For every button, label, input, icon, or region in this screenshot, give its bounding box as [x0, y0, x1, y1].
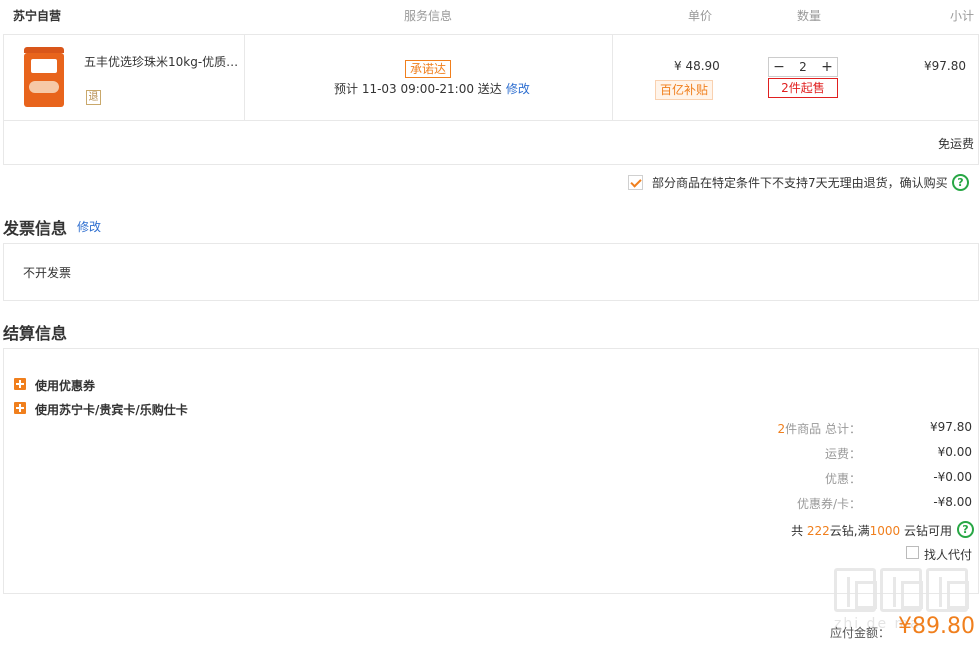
store-name: 苏宁自营 — [13, 9, 62, 23]
discount-value: -¥0.00 — [933, 470, 972, 484]
return-badge: 退 — [86, 90, 101, 105]
card-option[interactable]: 使用苏宁卡/贵宾卡/乐购仕卡 — [35, 401, 188, 418]
qty-minus-button[interactable]: − — [769, 58, 789, 76]
coins-count: 222 — [806, 524, 830, 538]
promise-tag: 承诺达 — [405, 60, 452, 78]
package-top — [24, 47, 64, 53]
delivery-info: 预计 11-03 09:00-21:00 送达 修改 — [334, 80, 530, 97]
items-total-label: 2件商品 总计： — [778, 420, 861, 437]
coins-threshold: 1000 — [869, 524, 901, 538]
agree-text: 部分商品在特定条件下不支持7天无理由退货，确认购买 — [652, 176, 948, 190]
col-price: 单价 — [688, 9, 713, 23]
total-label: 应付金额： — [830, 626, 891, 640]
product-image[interactable] — [24, 47, 64, 107]
coins-help-icon[interactable]: ? — [957, 521, 974, 538]
invoice-box: 不开发票 — [3, 243, 979, 301]
cloud-diamond-info: 共 222云钻,满1000 云钻可用 — [791, 522, 952, 539]
agree-checkbox[interactable] — [628, 175, 643, 190]
quantity-stepper: − 2 + — [768, 57, 838, 77]
proxy-pay-checkbox[interactable] — [906, 546, 919, 559]
product-box: 五丰优选珍珠米10kg-优质… 退 承诺达 预计 11-03 09:00-21:… — [3, 34, 979, 165]
discount-label: 优惠： — [824, 472, 861, 486]
coins-middle: 云钻,满 — [829, 524, 870, 538]
shipping-label: 运费： — [824, 447, 861, 461]
invoice-value: 不开发票 — [23, 266, 72, 280]
invoice-edit-link[interactable]: 修改 — [77, 218, 101, 235]
col-subtotal: 小计 — [950, 9, 975, 23]
invoice-title: 发票信息 — [3, 219, 68, 238]
min-buy-badge: 2件起售 — [768, 78, 838, 98]
qty-plus-button[interactable]: + — [817, 58, 837, 76]
col-qty: 数量 — [797, 9, 822, 23]
divider — [244, 35, 245, 121]
coins-suffix: 云钻可用 — [900, 524, 952, 538]
subsidy-tag: 百亿补贴 — [655, 80, 714, 100]
coupon-option[interactable]: 使用优惠券 — [35, 377, 95, 394]
cart-header: 苏宁自营 服务信息 单价 数量 小计 — [0, 0, 979, 34]
shipping-value: ¥0.00 — [937, 445, 972, 459]
expand-plus-icon[interactable] — [14, 378, 26, 390]
product-row: 五丰优选珍珠米10kg-优质… 退 承诺达 预计 11-03 09:00-21:… — [4, 35, 978, 121]
items-total-value: ¥97.80 — [930, 420, 972, 434]
delivery-text: 预计 11-03 09:00-21:00 送达 — [334, 82, 502, 96]
item-subtotal: ¥97.80 — [924, 59, 966, 73]
product-name-link[interactable]: 五丰优选珍珠米10kg-优质… — [84, 53, 239, 70]
expand-plus-icon[interactable] — [14, 402, 26, 414]
coins-prefix: 共 — [791, 524, 807, 538]
proxy-pay-label[interactable]: 找人代付 — [924, 546, 972, 563]
delivery-edit-link[interactable]: 修改 — [506, 82, 530, 96]
qty-input[interactable]: 2 — [789, 58, 817, 76]
col-service: 服务信息 — [404, 9, 453, 23]
coupon-value: -¥8.00 — [933, 495, 972, 509]
package-band — [29, 81, 59, 93]
settlement-title: 结算信息 — [3, 324, 68, 343]
divider — [612, 35, 613, 121]
unit-price: ¥ 48.90 — [674, 59, 720, 73]
items-total-text: 件商品 总计： — [785, 422, 861, 436]
coupon-label: 优惠券/卡： — [796, 497, 861, 511]
agree-help-icon[interactable]: ? — [952, 174, 969, 191]
total-amount: ¥89.80 — [898, 614, 975, 639]
free-shipping-text: 免运费 — [937, 137, 974, 151]
package-label — [31, 59, 57, 73]
